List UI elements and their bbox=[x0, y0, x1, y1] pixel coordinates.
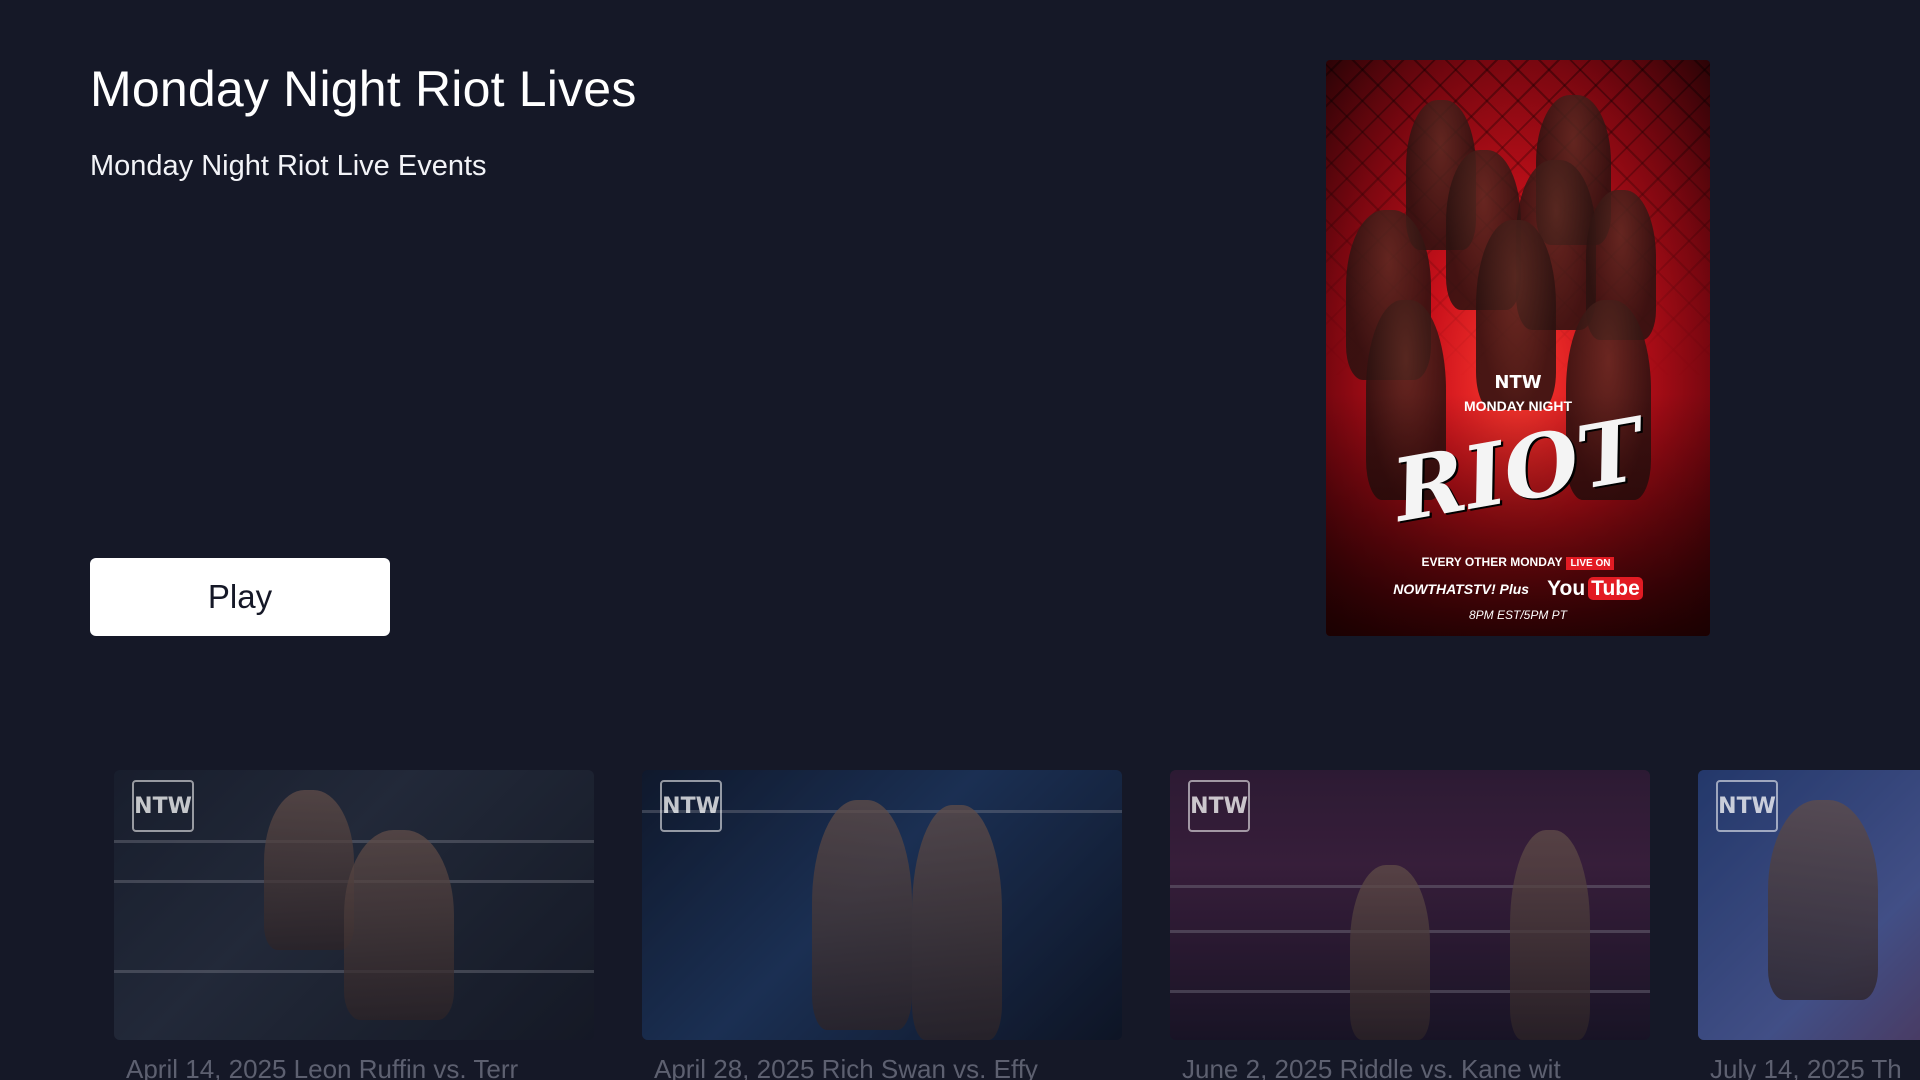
nowthatstv-logo: NOWTHATSTV! Plus bbox=[1393, 581, 1530, 597]
episode-thumbnail[interactable]: NTW bbox=[642, 770, 1122, 1040]
page-subtitle: Monday Night Riot Live Events bbox=[90, 150, 487, 182]
ntw-logo: NTW bbox=[1716, 780, 1778, 832]
episode-title: April 28, 2025 Rich Swan vs. Effy bbox=[654, 1054, 1038, 1080]
youtube-you: You bbox=[1547, 577, 1586, 600]
hero-poster: NTW MONDAY NIGHT RIOT EVERY OTHER MONDAY… bbox=[1326, 60, 1710, 636]
episode-card[interactable]: NTW April 28, 2025 Rich Swan vs. Effy bbox=[642, 770, 1122, 1080]
episode-thumbnail[interactable]: NTW bbox=[1698, 770, 1920, 1040]
youtube-logo: You Tube bbox=[1547, 577, 1643, 601]
episode-card[interactable]: NTW July 14, 2025 Th bbox=[1698, 770, 1920, 1080]
episode-thumbnail[interactable]: NTW bbox=[114, 770, 594, 1040]
ntw-logo: NTW bbox=[660, 780, 722, 832]
poster-platforms: NOWTHATSTV! Plus You Tube bbox=[1326, 577, 1710, 601]
episode-card[interactable]: NTW April 14, 2025 Leon Ruffin vs. Terr bbox=[114, 770, 594, 1080]
poster-schedule: EVERY OTHER MONDAY bbox=[1421, 555, 1563, 569]
episode-title: July 14, 2025 Th bbox=[1710, 1054, 1902, 1080]
live-badge: LIVE ON bbox=[1566, 557, 1615, 570]
page-title: Monday Night Riot Lives bbox=[90, 61, 637, 117]
poster-tagline: EVERY OTHER MONDAY LIVE ON bbox=[1326, 555, 1710, 570]
ntw-logo: NTW bbox=[132, 780, 194, 832]
episode-title: June 2, 2025 Riddle vs. Kane wit bbox=[1182, 1054, 1561, 1080]
episode-rail[interactable]: NTW April 14, 2025 Leon Ruffin vs. Terr … bbox=[0, 770, 1920, 1080]
play-button[interactable]: Play bbox=[90, 558, 390, 636]
ntw-logo: NTW bbox=[1188, 780, 1250, 832]
episode-thumbnail[interactable]: NTW bbox=[1170, 770, 1650, 1040]
ntw-logo: NTW bbox=[1494, 372, 1542, 393]
episode-title: April 14, 2025 Leon Ruffin vs. Terr bbox=[126, 1054, 519, 1080]
poster-time: 8PM EST/5PM PT bbox=[1468, 608, 1568, 622]
youtube-tube: Tube bbox=[1588, 577, 1643, 600]
episode-card[interactable]: NTW June 2, 2025 Riddle vs. Kane wit bbox=[1170, 770, 1650, 1080]
